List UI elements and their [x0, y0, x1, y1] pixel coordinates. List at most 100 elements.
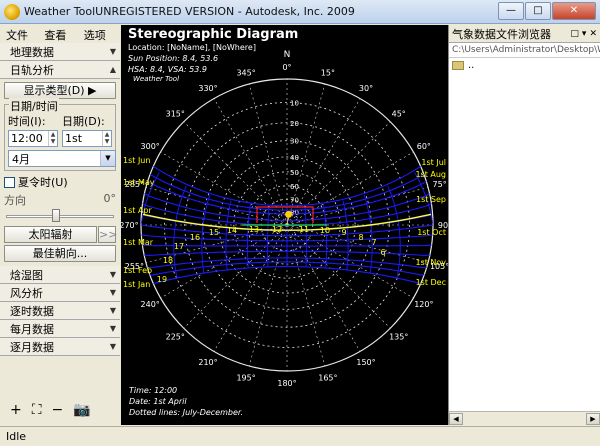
datetime-group: 日期/时间 时间(I): 日期(D): 12:00 ▲ ▼ 1st ▲ ▼ 4月 ▼ [4, 98, 116, 171]
slider-track [6, 215, 114, 218]
date-label-right: 1st Aug [415, 170, 446, 179]
solar-radiation-button[interactable]: 太阳辐射 [4, 226, 97, 243]
azimuth-label: 150° [356, 358, 375, 367]
file-path: C:\Users\Administrator\Desktop\Wea [449, 43, 600, 58]
direction-label: 方向 [4, 194, 26, 207]
stereographic-chart-panel[interactable]: Stereographic Diagram Location: [NoName]… [121, 25, 448, 425]
spinner-arrows-icon[interactable]: ▲ ▼ [48, 131, 57, 146]
altitude-label: 20 [290, 120, 299, 128]
hour-label: 14 [227, 226, 237, 235]
file-browser-panel: 气象数据文件浏览器 □ ▾ ✕ C:\Users\Administrator\D… [448, 25, 600, 425]
float-icon[interactable]: □ [570, 29, 579, 39]
minimize-button[interactable]: — [498, 2, 524, 20]
display-type-button[interactable]: 显示类型(D) ▶ [4, 82, 116, 99]
section-geo-data[interactable]: 地理数据 ▼ [0, 43, 120, 61]
close-button[interactable]: ✕ [552, 2, 596, 20]
azimuth-label: 330° [198, 84, 217, 93]
azimuth-label: 0° [282, 63, 291, 72]
window-title: Weather ToolUNREGISTERED VERSION - Autod… [24, 5, 355, 18]
file-list-item[interactable]: .. [449, 58, 600, 73]
hour-label: 19 [157, 275, 167, 284]
date-label-left: 1st Jan [123, 280, 150, 289]
solar-radiation-more-button[interactable]: >> [98, 226, 117, 243]
hour-label: 9 [341, 228, 346, 237]
azimuth-label: 300° [141, 142, 160, 151]
menu-options[interactable]: 选项(O) [80, 25, 120, 56]
stereographic-diagram: 0°15°30°45°60°75°90°105°120°135°150°165°… [121, 50, 448, 388]
dropdown-arrow-icon[interactable]: ▼ [100, 151, 115, 166]
dst-checkbox[interactable] [4, 176, 15, 188]
hour-label: 12 [272, 225, 282, 234]
section-monthly[interactable]: 逐月数据 ▼ [0, 338, 120, 356]
date-label-left: 1st Feb [123, 266, 152, 275]
chevron-down-icon: ▼ [109, 288, 116, 297]
file-browser-title: 气象数据文件浏览器 [452, 27, 551, 41]
file-item-label: .. [468, 60, 475, 71]
spinner-arrows-icon[interactable]: ▲ ▼ [102, 131, 111, 146]
date-label-right: 1st Sep [416, 195, 446, 204]
view-toolbar: + ⛶ − 📷 [10, 402, 91, 418]
scroll-left-icon[interactable]: ◀ [449, 413, 463, 425]
title-bar: Weather ToolUNREGISTERED VERSION - Autod… [0, 0, 600, 24]
hour-label: 8 [358, 233, 363, 242]
folder-up-icon [452, 61, 464, 70]
camera-icon[interactable]: 📷 [73, 402, 90, 418]
status-text: Idle [6, 430, 27, 443]
hour-label: 10 [320, 226, 330, 235]
section-hourly[interactable]: 逐时数据 ▼ [0, 302, 120, 320]
azimuth-label: 315° [166, 109, 185, 118]
scroll-right-icon[interactable]: ▶ [586, 413, 600, 425]
hour-label: 11 [299, 225, 309, 234]
close-panel-icon[interactable]: ✕ [589, 29, 597, 39]
altitude-label: 70 [290, 196, 299, 204]
date-spinner[interactable]: 1st ▲ ▼ [62, 130, 112, 147]
month-select[interactable]: 4月 ▼ [8, 150, 116, 167]
altitude-label: 50 [290, 169, 299, 177]
date-label-left: 1st Apr [123, 206, 152, 215]
menu-view[interactable]: 查看(V) [40, 25, 79, 56]
section-psychrometric[interactable]: 焓湿图 ▼ [0, 266, 120, 284]
section-label: 每月数据 [10, 322, 54, 336]
hour-label: 17 [174, 242, 184, 251]
dropdown-icon[interactable]: ▾ [582, 29, 587, 39]
date-label-right: 1st Dec [416, 278, 446, 287]
dst-checkbox-row[interactable]: 夏令时(U) [4, 174, 116, 190]
footer-time: Time: 12:00 [129, 386, 178, 395]
zoom-out-icon[interactable]: − [52, 402, 64, 418]
section-label: 逐时数据 [10, 304, 54, 318]
azimuth-label: 15° [321, 68, 335, 77]
section-daily-monthly[interactable]: 每月数据 ▼ [0, 320, 120, 338]
maximize-button[interactable]: □ [525, 2, 551, 20]
zoom-in-icon[interactable]: + [10, 402, 22, 418]
azimuth-label: 60° [417, 142, 431, 151]
section-sun-path[interactable]: 日轨分析 ▲ [0, 61, 120, 79]
chevron-down-icon: ▼ [109, 270, 116, 279]
azimuth-label: 195° [236, 374, 255, 383]
azimuth-label: 270° [121, 221, 139, 230]
slider-thumb[interactable] [52, 209, 60, 222]
date-label-left: 1st May [123, 178, 155, 187]
section-wind[interactable]: 风分析 ▼ [0, 284, 120, 302]
optimal-orientation-button[interactable]: 最佳朝向... [4, 245, 116, 262]
status-bar: Idle [0, 426, 600, 446]
fit-view-icon[interactable]: ⛶ [32, 402, 42, 418]
direction-slider[interactable] [4, 209, 116, 223]
azimuth-label: 180° [277, 379, 296, 388]
display-type-label: 显示类型(D) [23, 84, 85, 97]
azimuth-spoke [286, 224, 361, 352]
hour-label: 13 [249, 225, 259, 234]
chevron-down-icon: ▼ [109, 306, 116, 315]
menu-file[interactable]: 文件(F) [2, 25, 40, 56]
azimuth-label: 120° [414, 300, 433, 309]
datetime-group-label: 日期/时间 [9, 98, 59, 114]
month-value: 4月 [12, 152, 30, 166]
chevron-up-icon: ▲ [109, 65, 116, 74]
chevron-down-icon: ▼ [109, 47, 116, 56]
sun-path-body: 显示类型(D) ▶ 日期/时间 时间(I): 日期(D): 12:00 ▲ ▼ 1… [0, 79, 120, 265]
section-label: 焓湿图 [10, 268, 43, 282]
date-label-left: 1st Jun [123, 156, 150, 165]
horizontal-scrollbar[interactable]: ◀ ▶ [449, 411, 600, 425]
hour-label: 16 [190, 233, 200, 242]
time-spinner[interactable]: 12:00 ▲ ▼ [8, 130, 58, 147]
section-label: 地理数据 [10, 45, 54, 59]
